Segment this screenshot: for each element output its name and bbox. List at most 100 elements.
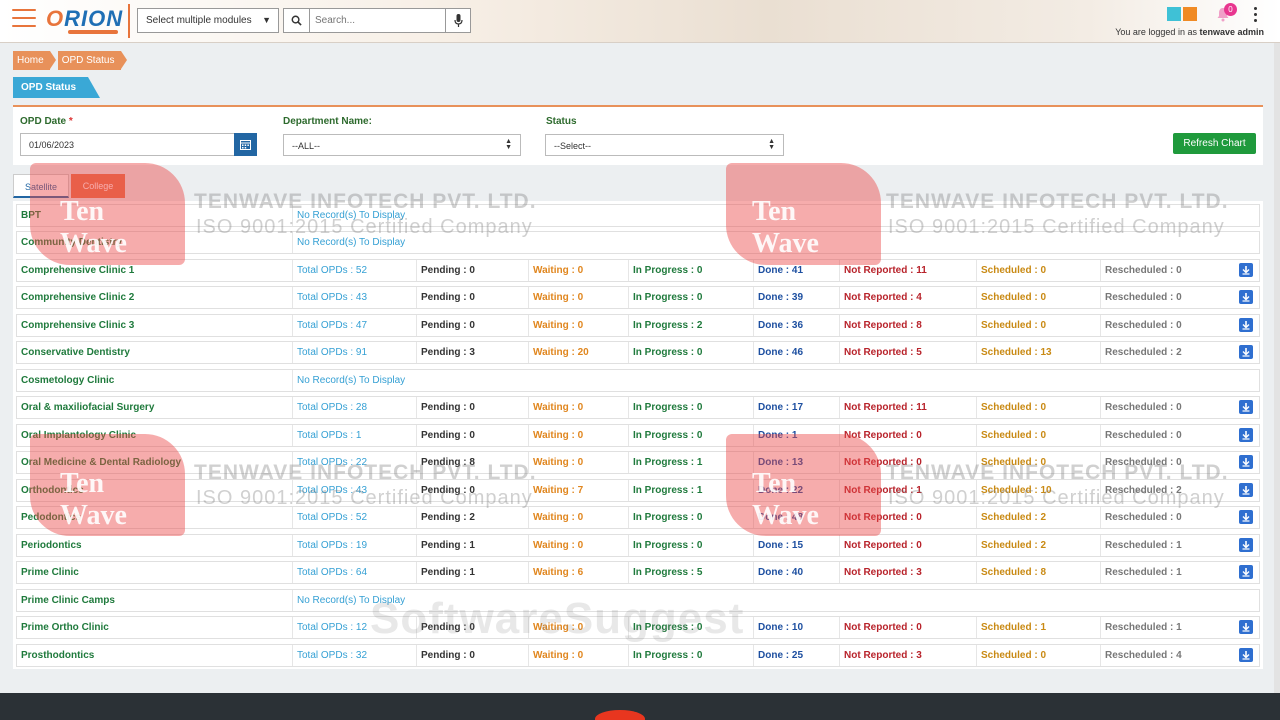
rescheduled-count[interactable]: Rescheduled : 2 xyxy=(1101,480,1235,501)
done-count[interactable]: Done : 15 xyxy=(754,535,840,556)
scheduled-count[interactable]: Scheduled : 8 xyxy=(977,562,1101,583)
done-count[interactable]: Done : 48 xyxy=(754,507,840,528)
download-icon[interactable] xyxy=(1239,345,1253,359)
done-count[interactable]: Done : 22 xyxy=(754,480,840,501)
tab-college[interactable]: College xyxy=(71,174,125,198)
scheduled-count[interactable]: Scheduled : 0 xyxy=(977,287,1101,308)
theme-color-cyan[interactable] xyxy=(1167,7,1181,21)
inprogress-count[interactable]: In Progress : 1 xyxy=(629,452,754,473)
waiting-count[interactable]: Waiting : 0 xyxy=(529,617,629,638)
notreported-count[interactable]: Not Reported : 0 xyxy=(840,535,977,556)
download-icon[interactable] xyxy=(1239,648,1253,662)
scheduled-count[interactable]: Scheduled : 2 xyxy=(977,507,1101,528)
done-count[interactable]: Done : 40 xyxy=(754,562,840,583)
notreported-count[interactable]: Not Reported : 0 xyxy=(840,507,977,528)
total-count[interactable]: Total OPDs : 32 xyxy=(293,645,417,666)
pending-count[interactable]: Pending : 2 xyxy=(417,507,529,528)
done-count[interactable]: Done : 13 xyxy=(754,452,840,473)
module-select[interactable]: Select multiple modules ▼ xyxy=(137,8,279,33)
scheduled-count[interactable]: Scheduled : 10 xyxy=(977,480,1101,501)
download-icon[interactable] xyxy=(1239,538,1253,552)
notreported-count[interactable]: Not Reported : 0 xyxy=(840,617,977,638)
total-count[interactable]: Total OPDs : 47 xyxy=(293,315,417,336)
microphone-icon[interactable] xyxy=(445,9,470,32)
inprogress-count[interactable]: In Progress : 0 xyxy=(629,397,754,418)
status-select[interactable]: --Select-- ▲ ▼ xyxy=(545,134,784,156)
department-select[interactable]: --ALL-- ▲ ▼ xyxy=(283,134,521,156)
waiting-count[interactable]: Waiting : 20 xyxy=(529,342,629,363)
total-count[interactable]: Total OPDs : 22 xyxy=(293,452,417,473)
pending-count[interactable]: Pending : 0 xyxy=(417,425,529,446)
scheduled-count[interactable]: Scheduled : 0 xyxy=(977,645,1101,666)
total-count[interactable]: Total OPDs : 1 xyxy=(293,425,417,446)
rescheduled-count[interactable]: Rescheduled : 0 xyxy=(1101,507,1235,528)
rescheduled-count[interactable]: Rescheduled : 0 xyxy=(1101,287,1235,308)
download-icon[interactable] xyxy=(1239,620,1253,634)
download-icon[interactable] xyxy=(1239,483,1253,497)
done-count[interactable]: Done : 39 xyxy=(754,287,840,308)
total-count[interactable]: Total OPDs : 28 xyxy=(293,397,417,418)
total-count[interactable]: Total OPDs : 19 xyxy=(293,535,417,556)
waiting-count[interactable]: Waiting : 0 xyxy=(529,645,629,666)
rescheduled-count[interactable]: Rescheduled : 1 xyxy=(1101,617,1235,638)
rescheduled-count[interactable]: Rescheduled : 0 xyxy=(1101,397,1235,418)
scheduled-count[interactable]: Scheduled : 1 xyxy=(977,617,1101,638)
done-count[interactable]: Done : 10 xyxy=(754,617,840,638)
rescheduled-count[interactable]: Rescheduled : 0 xyxy=(1101,425,1235,446)
inprogress-count[interactable]: In Progress : 2 xyxy=(629,315,754,336)
scheduled-count[interactable]: Scheduled : 0 xyxy=(977,397,1101,418)
waiting-count[interactable]: Waiting : 0 xyxy=(529,507,629,528)
rescheduled-count[interactable]: Rescheduled : 0 xyxy=(1101,315,1235,336)
search-box[interactable] xyxy=(283,8,471,33)
download-icon[interactable] xyxy=(1239,263,1253,277)
scheduled-count[interactable]: Scheduled : 0 xyxy=(977,315,1101,336)
breadcrumb-opd-status[interactable]: OPD Status xyxy=(57,51,127,70)
more-options-icon[interactable] xyxy=(1254,7,1260,23)
total-count[interactable]: Total OPDs : 43 xyxy=(293,480,417,501)
search-input[interactable] xyxy=(311,9,446,32)
menu-icon[interactable] xyxy=(12,9,36,29)
pending-count[interactable]: Pending : 0 xyxy=(417,645,529,666)
waiting-count[interactable]: Waiting : 0 xyxy=(529,425,629,446)
rescheduled-count[interactable]: Rescheduled : 1 xyxy=(1101,535,1235,556)
inprogress-count[interactable]: In Progress : 0 xyxy=(629,507,754,528)
theme-color-orange[interactable] xyxy=(1183,7,1197,21)
orion-logo[interactable]: ORION xyxy=(46,6,123,32)
rescheduled-count[interactable]: Rescheduled : 0 xyxy=(1101,452,1235,473)
rescheduled-count[interactable]: Rescheduled : 0 xyxy=(1101,260,1235,281)
pending-count[interactable]: Pending : 0 xyxy=(417,617,529,638)
done-count[interactable]: Done : 25 xyxy=(754,645,840,666)
waiting-count[interactable]: Waiting : 0 xyxy=(529,260,629,281)
tab-satellite[interactable]: Satellite xyxy=(13,174,69,198)
pending-count[interactable]: Pending : 1 xyxy=(417,535,529,556)
download-icon[interactable] xyxy=(1239,565,1253,579)
inprogress-count[interactable]: In Progress : 1 xyxy=(629,480,754,501)
waiting-count[interactable]: Waiting : 0 xyxy=(529,535,629,556)
calendar-icon[interactable] xyxy=(234,133,257,156)
waiting-count[interactable]: Waiting : 0 xyxy=(529,452,629,473)
total-count[interactable]: Total OPDs : 52 xyxy=(293,507,417,528)
scheduled-count[interactable]: Scheduled : 0 xyxy=(977,425,1101,446)
waiting-count[interactable]: Waiting : 0 xyxy=(529,397,629,418)
download-icon[interactable] xyxy=(1239,455,1253,469)
inprogress-count[interactable]: In Progress : 0 xyxy=(629,260,754,281)
notreported-count[interactable]: Not Reported : 11 xyxy=(840,397,977,418)
scheduled-count[interactable]: Scheduled : 2 xyxy=(977,535,1101,556)
waiting-count[interactable]: Waiting : 7 xyxy=(529,480,629,501)
rescheduled-count[interactable]: Rescheduled : 4 xyxy=(1101,645,1235,666)
download-icon[interactable] xyxy=(1239,290,1253,304)
waiting-count[interactable]: Waiting : 0 xyxy=(529,287,629,308)
pending-count[interactable]: Pending : 0 xyxy=(417,315,529,336)
inprogress-count[interactable]: In Progress : 0 xyxy=(629,617,754,638)
search-icon[interactable] xyxy=(284,9,310,32)
pending-count[interactable]: Pending : 8 xyxy=(417,452,529,473)
rescheduled-count[interactable]: Rescheduled : 1 xyxy=(1101,562,1235,583)
notreported-count[interactable]: Not Reported : 4 xyxy=(840,287,977,308)
scrollbar[interactable] xyxy=(1274,43,1280,693)
done-count[interactable]: Done : 1 xyxy=(754,425,840,446)
opd-date-input[interactable]: 01/06/2023 xyxy=(20,133,235,156)
total-count[interactable]: Total OPDs : 43 xyxy=(293,287,417,308)
inprogress-count[interactable]: In Progress : 0 xyxy=(629,287,754,308)
scheduled-count[interactable]: Scheduled : 0 xyxy=(977,452,1101,473)
pending-count[interactable]: Pending : 1 xyxy=(417,562,529,583)
